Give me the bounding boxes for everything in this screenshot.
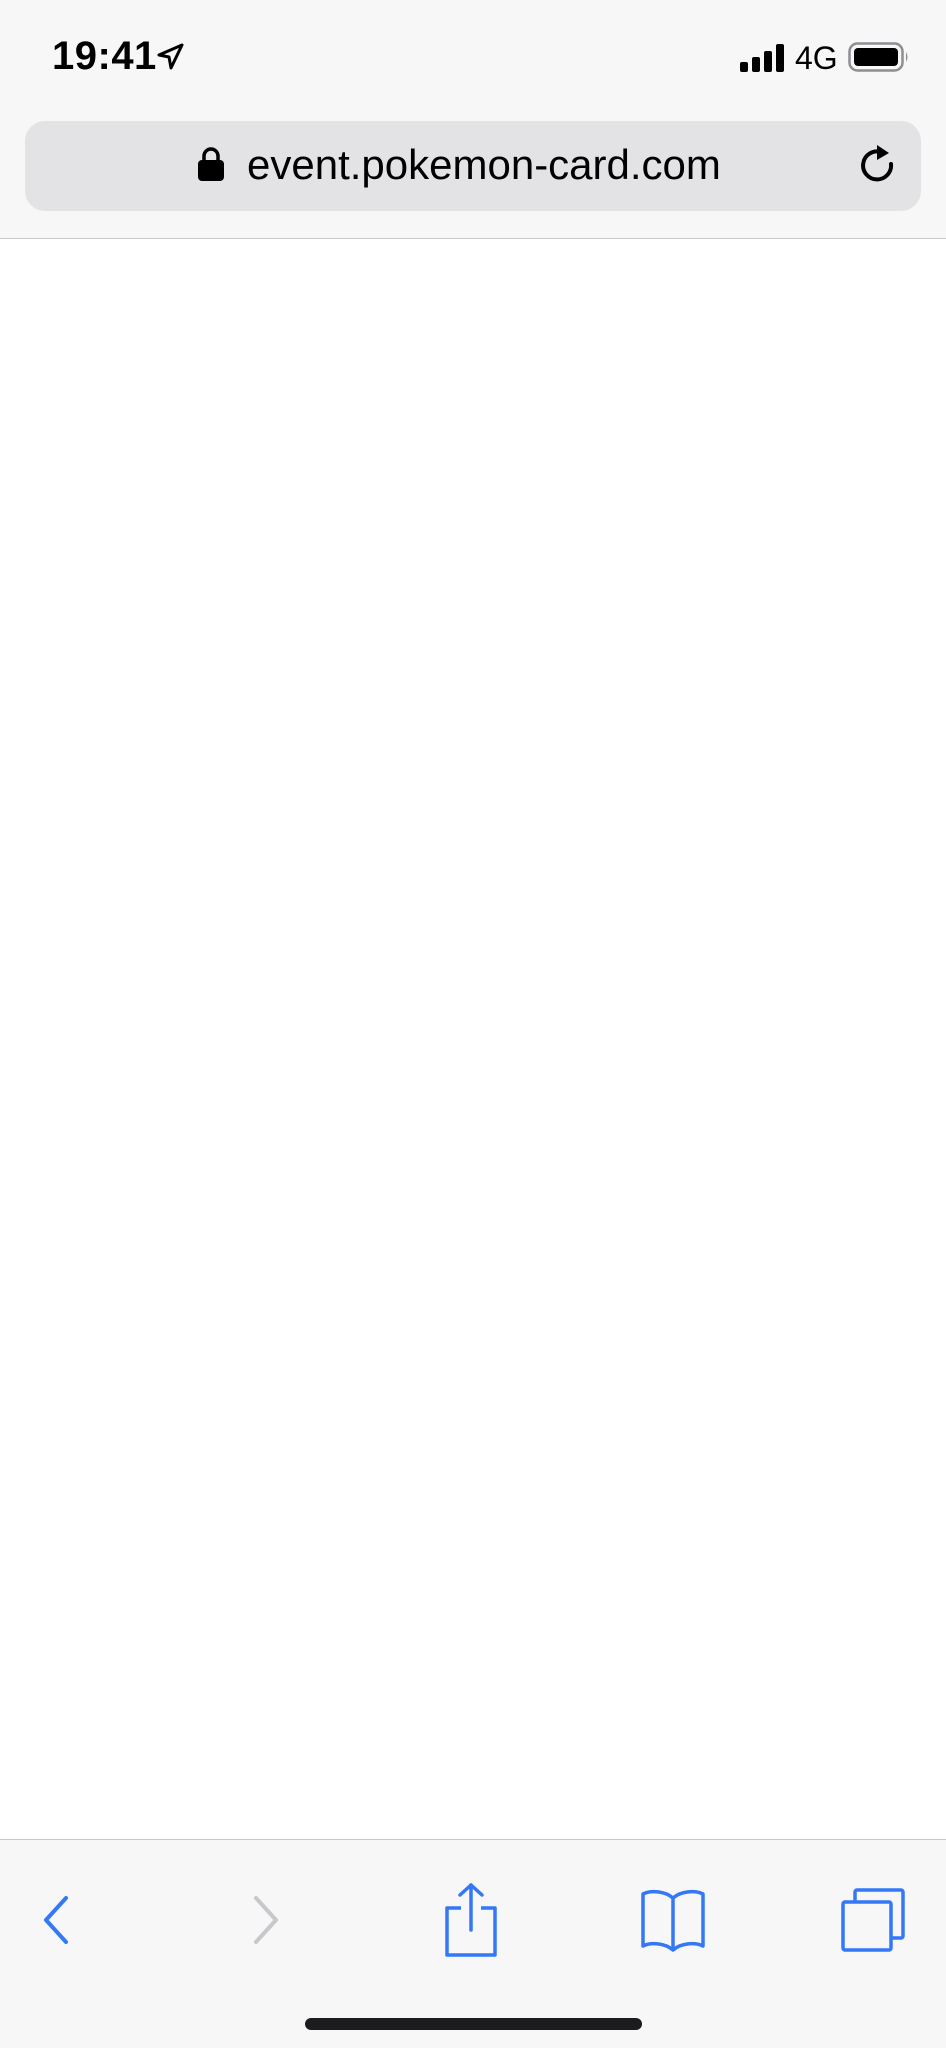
bottom-toolbar — [0, 1839, 946, 2048]
safari-screen: 19:41 4G event.pokemon-card.com — [0, 0, 946, 2048]
back-button[interactable] — [16, 1880, 96, 1960]
network-type: 4G — [795, 40, 838, 76]
chevron-left-icon — [44, 1896, 68, 1944]
share-button[interactable] — [431, 1880, 511, 1960]
reload-icon[interactable] — [855, 143, 901, 189]
share-icon — [445, 1883, 497, 1957]
book-icon — [641, 1889, 705, 1952]
bookmarks-button[interactable] — [633, 1880, 713, 1960]
address-bar[interactable]: event.pokemon-card.com — [25, 121, 921, 211]
tabs-button[interactable] — [833, 1880, 913, 1960]
lock-icon — [198, 147, 224, 181]
cellular-signal-icon — [740, 44, 784, 72]
forward-button[interactable] — [226, 1880, 306, 1960]
location-arrow-icon — [157, 43, 184, 70]
chevron-right-icon — [254, 1896, 278, 1944]
home-indicator[interactable] — [305, 2018, 642, 2030]
status-time: 19:41 — [52, 34, 157, 78]
battery-icon — [848, 42, 908, 72]
web-content-area — [0, 239, 946, 1839]
tabs-icon — [841, 1888, 905, 1952]
status-bar: 19:41 4G — [0, 0, 946, 118]
url-text[interactable]: event.pokemon-card.com — [247, 141, 721, 189]
browser-top-chrome: 19:41 4G event.pokemon-card.com — [0, 0, 946, 239]
